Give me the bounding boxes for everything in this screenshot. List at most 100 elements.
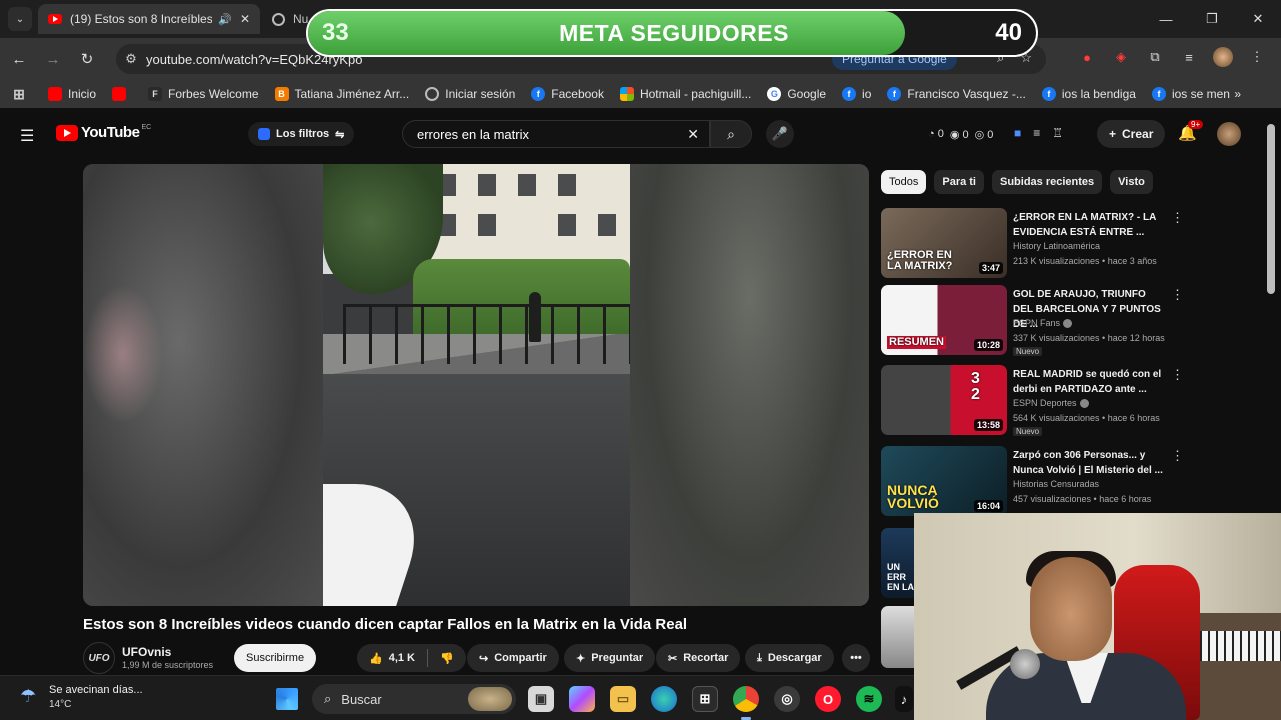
tab-search-button[interactable]: ⌄ — [8, 7, 32, 31]
bookmark-iniciar-sesion[interactable]: Iniciar sesión — [425, 87, 515, 101]
voice-search-button[interactable]: 🎤 — [766, 120, 794, 148]
more-options-icon[interactable]: ⋮ — [1171, 210, 1184, 226]
store-icon[interactable]: ⊞ — [692, 686, 718, 712]
more-options-icon[interactable]: ⋮ — [1171, 367, 1184, 383]
suggestion-title[interactable]: Zarpó con 306 Personas... y Nunca Volvió… — [1013, 448, 1163, 478]
weather-temp[interactable]: 14°C — [49, 699, 71, 710]
tiktok-icon[interactable]: ♪ — [895, 686, 913, 712]
extension-blue-icon[interactable]: ■ — [1014, 126, 1021, 140]
scissors-icon: ✂ — [668, 652, 678, 665]
trophy-icon[interactable]: ♖ — [1052, 126, 1063, 140]
video-player[interactable] — [83, 164, 869, 606]
reload-icon[interactable]: ↻ — [72, 50, 102, 68]
user-avatar[interactable] — [1217, 122, 1241, 146]
more-bookmarks-icon[interactable]: » — [1234, 87, 1241, 101]
facebook-icon: f — [842, 87, 857, 101]
bookmark-francisco[interactable]: f Francisco Vasquez -... — [887, 87, 1026, 101]
video-thumbnail[interactable]: ¿ERROR EN LA MATRIX? 3:47 — [881, 208, 1007, 278]
chrome-icon[interactable] — [733, 686, 759, 720]
profile-avatar[interactable] — [1213, 47, 1233, 67]
browser-menu-icon[interactable]: ⋮ — [1247, 47, 1267, 67]
suggested-video-3[interactable]: 3 2 13:58 REAL MADRID se quedó con el de… — [881, 365, 1184, 437]
suggestion-channel[interactable]: ESPN Deportes — [1013, 398, 1089, 409]
suggestion-channel[interactable]: ESPN Fans — [1013, 318, 1073, 329]
search-input[interactable]: errores en la matrix ✕ — [402, 120, 710, 148]
more-options-icon[interactable]: ⋮ — [1171, 448, 1184, 464]
download-button[interactable]: ⤓ Descargar — [745, 644, 834, 672]
file-explorer-icon[interactable]: ▭ — [610, 686, 636, 712]
suggestion-title[interactable]: REAL MADRID se quedó con el derbi en PAR… — [1013, 367, 1163, 397]
bookmark-io[interactable]: f io — [842, 87, 871, 101]
bookmark-facebook[interactable]: f Facebook — [531, 87, 604, 101]
site-info-icon[interactable]: ⚙ — [116, 51, 146, 67]
maximize-icon[interactable]: ❐ — [1189, 0, 1235, 38]
channel-avatar[interactable]: UFO — [83, 642, 115, 674]
like-button[interactable]: 👍 4,1 K 👎 — [357, 644, 466, 672]
ask-button[interactable]: ✦ Preguntar — [564, 644, 656, 672]
page-scrollbar[interactable] — [1267, 124, 1275, 294]
suggestion-channel[interactable]: History Latinoamérica — [1013, 241, 1100, 251]
notifications-button[interactable]: 🔔 9+ — [1178, 120, 1204, 142]
chip-todos[interactable]: Todos — [881, 170, 927, 194]
video-thumbnail[interactable]: 3 2 13:58 — [881, 365, 1007, 435]
video-thumbnail[interactable]: RESUMEN 10:28 — [881, 285, 1007, 355]
search-button[interactable]: ⌕ — [710, 120, 752, 148]
chip-subidas-recientes[interactable]: Subidas recientes — [992, 170, 1103, 194]
thumbs-down-icon[interactable]: 👎 — [434, 652, 466, 665]
copilot-icon[interactable] — [569, 686, 595, 712]
bookmark-ios-se-men[interactable]: f ios se men — [1151, 87, 1230, 101]
back-icon[interactable]: ← — [4, 51, 34, 68]
suggested-video-2[interactable]: RESUMEN 10:28 GOL DE ARAUJO, TRIUNFO DEL… — [881, 285, 1184, 357]
chip-para-ti[interactable]: Para ti — [934, 170, 984, 194]
chip-visto[interactable]: Visto — [1110, 170, 1153, 194]
suggested-video-1[interactable]: ¿ERROR EN LA MATRIX? 3:47 ¿ERROR EN LA M… — [881, 208, 1184, 280]
youtube-logo[interactable]: YouTube EC — [56, 124, 151, 141]
channel-name[interactable]: UFOvnis — [122, 645, 171, 659]
extensions-puzzle-icon[interactable]: ⧉ — [1145, 47, 1165, 67]
bookmark-forbes[interactable]: F Forbes Welcome — [148, 87, 259, 101]
subscribe-button[interactable]: Suscribirme — [234, 644, 317, 672]
weather-title[interactable]: Se avecinan días... — [49, 684, 143, 696]
minimize-icon[interactable]: — — [1143, 0, 1189, 38]
menu-icon[interactable]: ☰ — [20, 126, 34, 146]
suggested-video-6-thumbnail[interactable] — [881, 606, 915, 668]
start-button[interactable] — [276, 688, 298, 710]
suggested-video-5-thumbnail[interactable]: UN ERR EN LA — [881, 528, 915, 598]
more-options-icon[interactable]: ⋮ — [1171, 287, 1184, 303]
audio-playing-icon[interactable]: 🔊 — [218, 13, 232, 26]
share-button[interactable]: ↪ Compartir — [467, 644, 559, 672]
bookmark-ios-la-bendiga[interactable]: f ios la bendiga — [1041, 87, 1136, 101]
thumbs-up-icon: 👍 — [369, 652, 383, 665]
more-actions-button[interactable]: ••• — [842, 644, 870, 672]
taskbar-search[interactable]: ⌕ Buscar — [312, 684, 516, 714]
media-control-icon[interactable]: ≡ — [1179, 47, 1199, 67]
video-title: Estos son 8 Increíbles videos cuando dic… — [83, 616, 688, 633]
weather-rain-icon[interactable]: ☂ — [20, 686, 36, 707]
suggestion-channel[interactable]: Historias Censuradas — [1013, 479, 1099, 489]
clip-button[interactable]: ✂ Recortar — [656, 644, 741, 672]
close-window-icon[interactable]: ✕ — [1235, 0, 1281, 38]
video-thumbnail[interactable]: NUNCA VOLVIÓ 16:04 — [881, 446, 1007, 516]
bookmark-google[interactable]: G Google — [767, 87, 826, 101]
forward-icon[interactable]: → — [38, 51, 68, 68]
tab-youtube[interactable]: (19) Estos son 8 Increíbles v 🔊 ✕ — [38, 4, 260, 34]
apps-grid-icon[interactable]: ⊞ — [12, 86, 32, 102]
bookmark-tatiana[interactable]: B Tatiana Jiménez Arr... — [274, 87, 409, 101]
suggested-video-4[interactable]: NUNCA VOLVIÓ 16:04 Zarpó con 306 Persona… — [881, 446, 1184, 518]
task-view-icon[interactable]: ▣ — [528, 686, 554, 712]
filters-button[interactable]: Los filtros ⇋ — [248, 122, 355, 146]
bookmark-youtube[interactable] — [112, 87, 132, 101]
bookmark-inicio[interactable]: Inicio — [48, 87, 96, 101]
create-button[interactable]: + Crear — [1097, 120, 1166, 148]
extension-badge-icon[interactable]: ◈ — [1111, 47, 1131, 67]
suggestion-title[interactable]: ¿ERROR EN LA MATRIX? - LA EVIDENCIA ESTÁ… — [1013, 210, 1163, 240]
spotify-icon[interactable]: ≋ — [856, 686, 882, 712]
clear-search-icon[interactable]: ✕ — [687, 126, 699, 143]
edge-icon[interactable] — [651, 686, 677, 712]
close-tab-icon[interactable]: ✕ — [240, 12, 250, 26]
list-icon[interactable]: ≡ — [1033, 126, 1040, 140]
opera-icon[interactable]: O — [815, 686, 841, 712]
obs-icon[interactable]: ◎ — [774, 686, 800, 712]
extension-red-icon[interactable]: ● — [1077, 47, 1097, 67]
bookmark-hotmail[interactable]: Hotmail - pachiguill... — [619, 87, 751, 101]
